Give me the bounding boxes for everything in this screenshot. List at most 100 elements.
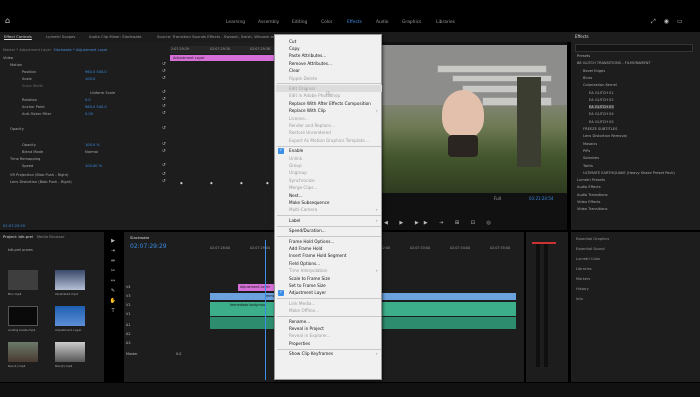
- menu-item[interactable]: Adjustment Layer: [289, 290, 326, 295]
- menu-item[interactable]: Frame Hold Options...: [289, 239, 334, 244]
- keyframe-icon[interactable]: ◆: [240, 181, 243, 185]
- effects-item[interactable]: Presets: [577, 54, 590, 58]
- menu-item[interactable]: Properties: [289, 341, 310, 346]
- menu-item[interactable]: Clear: [289, 68, 300, 73]
- menu-item[interactable]: Cut: [289, 39, 296, 44]
- effects-item[interactable]: FREEZE SUBTITLES: [583, 127, 617, 131]
- ec-prop-motion[interactable]: Motion: [10, 63, 22, 67]
- track-v3[interactable]: V3: [126, 294, 130, 298]
- effects-item[interactable]: EA GLITCH 03: [589, 105, 614, 110]
- menu-item[interactable]: Paste Attributes...: [289, 53, 326, 58]
- effects-item[interactable]: Video Effects: [577, 200, 600, 204]
- effects-item[interactable]: ULTIMATE EARTHQUAKE (Heavy Shake Preset …: [583, 171, 675, 175]
- track-a2[interactable]: A2: [126, 332, 130, 336]
- menu-item[interactable]: Replace With After Effects Composition: [289, 101, 371, 106]
- menu-item[interactable]: Insert Frame Hold Segment: [289, 253, 346, 258]
- playhead[interactable]: [265, 240, 266, 380]
- effects-search-input[interactable]: [575, 44, 693, 52]
- keyframe-icon[interactable]: ◆: [210, 181, 213, 185]
- menu-item[interactable]: Copy: [289, 46, 300, 51]
- workspace-audio[interactable]: Audio: [376, 20, 388, 25]
- menu-item[interactable]: Field Options...: [289, 261, 320, 266]
- ripple-edit-icon[interactable]: ⇹: [106, 258, 120, 268]
- workspace-graphics[interactable]: Graphics: [402, 20, 421, 25]
- tab-lumetri-scopes[interactable]: Lumetri Scopes: [46, 34, 75, 39]
- panel-history[interactable]: History: [576, 287, 589, 291]
- effects-item[interactable]: Blurs: [583, 76, 592, 80]
- reset-icon[interactable]: ↺: [162, 69, 166, 74]
- ec-val-speed[interactable]: 100.00 %: [85, 164, 102, 168]
- workspace-assembly[interactable]: Assembly: [258, 20, 279, 25]
- effects-item[interactable]: Audio Transitions: [577, 193, 608, 197]
- project-thumbnail[interactable]: [55, 342, 85, 362]
- reset-icon[interactable]: ↺: [162, 111, 166, 116]
- reset-icon[interactable]: ↺: [162, 179, 166, 184]
- workspace-learning[interactable]: Learning: [226, 20, 245, 25]
- menu-item[interactable]: Remove Attributes...: [289, 61, 332, 66]
- track-select-icon[interactable]: ⇥: [106, 248, 120, 258]
- project-thumbnail[interactable]: [8, 306, 38, 326]
- track-v4[interactable]: V4: [126, 285, 130, 289]
- menu-item[interactable]: Rename...: [289, 319, 310, 324]
- reset-icon[interactable]: ↺: [162, 149, 166, 154]
- window-controls-icons[interactable]: ⤢◉▭: [651, 18, 691, 26]
- keyframe-icon[interactable]: ◆: [266, 181, 269, 185]
- program-timecode[interactable]: 03:21:24:54: [529, 196, 553, 201]
- project-thumbnail[interactable]: [8, 270, 38, 290]
- tab-audio-clip-mixer[interactable]: Audio Clip Mixer: Slackwate: [89, 34, 142, 39]
- ec-prop-vr-projection[interactable]: VR Projection (Blob Push - Right): [10, 173, 68, 177]
- razor-icon[interactable]: ✂: [106, 268, 120, 278]
- tab-media-browser[interactable]: Media Browser: [37, 234, 65, 239]
- effects-item[interactable]: 88 GLITCH TRANSITIONS - FILMORAMENT: [577, 61, 651, 65]
- adjustment-layer-clip[interactable]: Adjustment Layer: [238, 284, 278, 291]
- hand-icon[interactable]: ✋: [106, 298, 120, 308]
- workspace-effects[interactable]: Effects: [347, 20, 362, 25]
- workspace-editing[interactable]: Editing: [292, 20, 307, 25]
- project-thumbnail[interactable]: [55, 306, 85, 326]
- menu-item[interactable]: Speed/Duration...: [289, 228, 326, 233]
- track-a3[interactable]: A3: [126, 341, 130, 345]
- program-monitor-video[interactable]: [382, 45, 567, 193]
- effects-item[interactable]: EA GLITCH 04: [589, 112, 614, 116]
- project-filter[interactable]: tdk.prel prores: [8, 248, 33, 252]
- reset-icon[interactable]: ↺: [162, 126, 166, 131]
- menu-item[interactable]: Show Clip Keyframes: [289, 351, 333, 356]
- effects-item[interactable]: Twirls: [583, 164, 593, 168]
- panel-essential-graphics[interactable]: Essential Graphics: [576, 237, 609, 241]
- ec-val-scale[interactable]: 100.0: [85, 77, 95, 81]
- menu-item[interactable]: Label: [289, 218, 300, 223]
- effects-item[interactable]: EA GLITCH 05: [589, 120, 614, 124]
- ec-time-ruler[interactable]: 2:07:29:29 02:07:29:30 02:07:29:38: [170, 46, 275, 54]
- effects-item[interactable]: Bevel Edges: [583, 69, 605, 73]
- home-icon[interactable]: ⌂: [5, 16, 10, 25]
- effects-item[interactable]: Lens Distortion Removal: [583, 134, 627, 138]
- ec-val-antiflicker[interactable]: 0.00: [85, 112, 93, 116]
- track-a1[interactable]: A1: [126, 323, 130, 327]
- fit-dropdown[interactable]: Full: [494, 196, 501, 201]
- master-value[interactable]: 0.0: [176, 352, 181, 356]
- workspace-color[interactable]: Color: [321, 20, 332, 25]
- reset-icon[interactable]: ↺: [162, 76, 166, 81]
- workspace-libraries[interactable]: Libraries: [436, 20, 455, 25]
- ec-val-anchor[interactable]: 960.0 540.0: [85, 105, 107, 109]
- ec-val-blend-mode[interactable]: Normal: [85, 150, 98, 154]
- panel-info[interactable]: Info: [576, 297, 583, 301]
- track-v1[interactable]: V1: [126, 312, 130, 316]
- reset-icon[interactable]: ↺: [162, 142, 166, 147]
- ec-prop-opacity-group[interactable]: Opacity: [10, 127, 24, 131]
- reset-icon[interactable]: ↺: [162, 163, 166, 168]
- type-icon[interactable]: T: [106, 308, 120, 318]
- ec-prop-lens-distortion[interactable]: Lens Distortion (Blob Push - Right): [10, 180, 72, 184]
- track-v2[interactable]: V2: [126, 303, 130, 307]
- timeline-timecode[interactable]: 02:07:29:29: [130, 243, 167, 250]
- menu-item[interactable]: Enable: [289, 148, 303, 153]
- project-thumbnail[interactable]: [8, 342, 38, 362]
- panel-lumetri-color[interactable]: Lumetri Color: [576, 257, 600, 261]
- panel-essential-sound[interactable]: Essential Sound: [576, 247, 605, 251]
- pen-icon[interactable]: ✎: [106, 288, 120, 298]
- menu-item[interactable]: Reveal in Project: [289, 326, 324, 331]
- menu-item[interactable]: Replace With Clip: [289, 108, 326, 113]
- tab-effect-controls[interactable]: Effect Controls: [4, 34, 32, 39]
- tab-source[interactable]: Source: Transition Sounds Effects - Swoo…: [157, 34, 279, 39]
- ec-uniform-scale[interactable]: Uniform Scale: [90, 91, 115, 95]
